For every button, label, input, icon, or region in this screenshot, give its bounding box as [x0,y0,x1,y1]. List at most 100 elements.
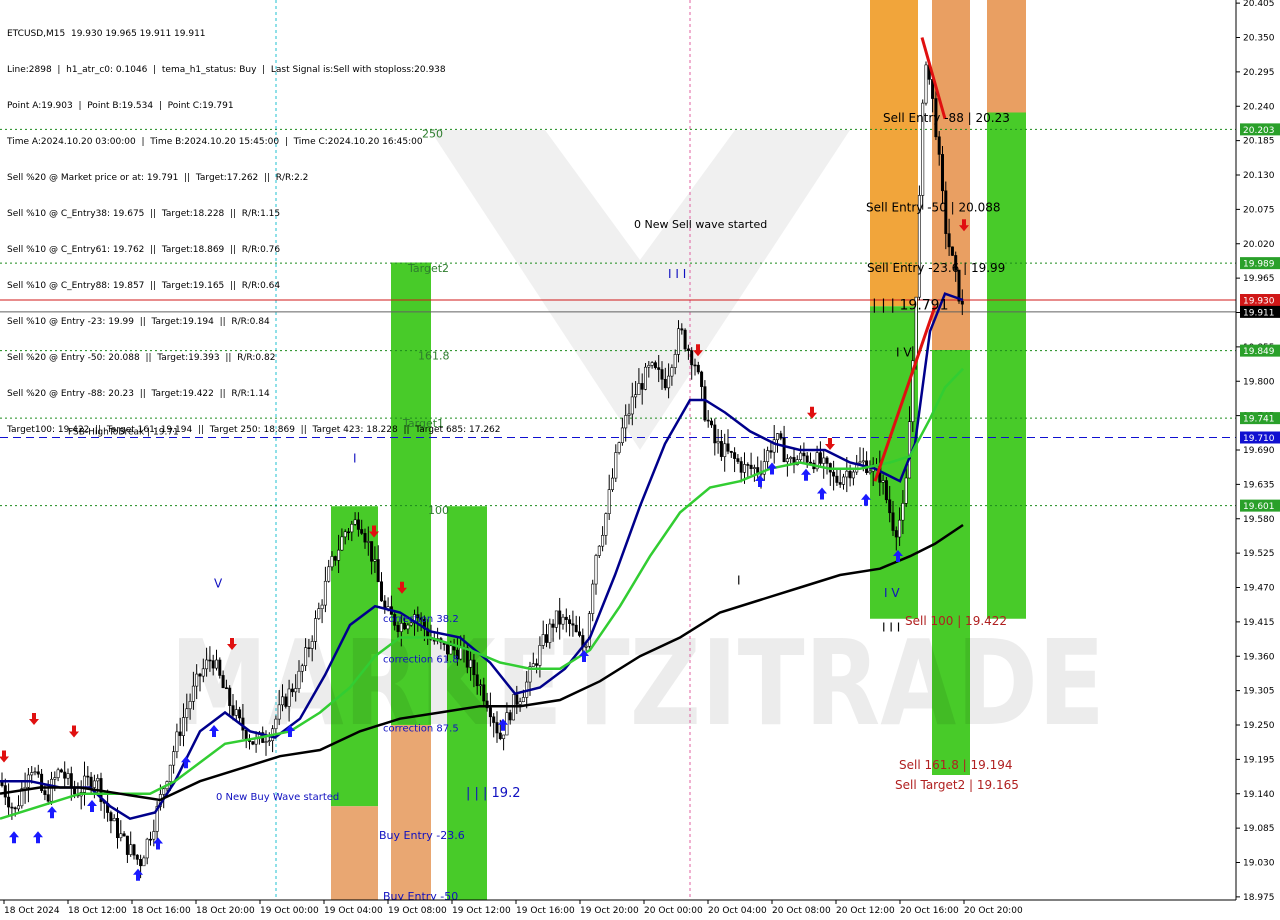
candle-body [673,354,677,368]
candle-body [670,367,674,377]
candle [779,430,783,441]
candle [379,572,383,602]
candle-body [300,665,304,672]
y-tick-label: 19.195 [1243,755,1275,765]
candle-body [838,482,842,485]
candle-body [49,778,53,802]
candle-body [937,136,941,155]
candle [149,831,153,846]
candle-body [30,772,34,776]
candle [10,802,14,820]
candle-body [818,452,822,464]
candle-body [205,659,209,670]
chart-annotation: I [353,452,357,466]
candle-body [785,458,789,463]
candle [719,429,723,461]
buy-arrow-icon [767,462,777,475]
y-tick-label: 19.800 [1243,377,1275,387]
candle-body [647,365,651,368]
candle-body [277,704,281,720]
candle-body [7,796,11,808]
candle-body [752,467,756,469]
candle [726,429,730,455]
candle-body [16,805,20,810]
candle-body [736,458,740,462]
candle-body [706,419,710,422]
candle-body [132,844,136,856]
chart-annotation: 100 [428,504,449,517]
candle-body [360,529,364,534]
candle-body [304,647,308,667]
candle [125,835,129,863]
price-tag-label: 19.601 [1243,502,1275,512]
candle [828,462,832,486]
candle-body [617,442,621,453]
candle [317,602,321,620]
candle-body [733,452,737,459]
candle-body [280,696,284,706]
candle [696,361,700,375]
candle-body [637,383,641,395]
buy-arrow-icon [801,468,811,481]
y-tick-label: 19.690 [1243,446,1275,456]
candle-body [832,471,836,477]
info-line-sell-e50: Sell %20 @ Entry -50: 20.088 || Target:1… [7,353,276,363]
candle-body [924,64,928,104]
x-tick-label: 20 Oct 12:00 [836,906,895,916]
candle [83,761,87,806]
candle-body [627,413,631,416]
candle-body [297,670,301,689]
candle [858,447,862,465]
candle-body [149,838,153,841]
chart-annotation: I I I [882,620,900,634]
candle-body [574,624,578,633]
y-tick-label: 20.405 [1243,0,1275,9]
candle-body [175,731,179,752]
candle [706,410,710,428]
price-tag-label: 20.203 [1243,126,1275,136]
candle-body [746,464,750,466]
candle-body [307,647,311,649]
y-tick-label: 19.470 [1243,584,1275,594]
candle [116,807,120,849]
price-tag-label: 19.710 [1243,434,1275,444]
candle [594,553,598,595]
candle-body [568,619,572,624]
price-tag-label: 19.911 [1243,308,1275,318]
candle-body [122,833,126,837]
candle-body [109,812,113,822]
sell-arrow-icon [825,438,835,450]
candle-body [36,771,40,775]
price-tag-label: 19.741 [1243,415,1275,425]
candle-body [290,688,294,693]
candle-body [756,467,760,473]
y-tick-label: 19.415 [1243,618,1275,628]
candle-body [234,709,238,716]
candle-body [125,835,129,855]
candle-body [83,775,87,793]
chart-annotation: I I I [668,267,686,281]
candle [218,657,222,679]
candle-body [960,300,964,305]
candle-body [558,610,562,625]
candle-body [251,741,255,745]
candle [597,545,601,559]
buy-arrow-icon [87,800,97,812]
buy-arrow-icon [817,487,827,500]
x-tick-label: 20 Oct 04:00 [708,906,767,916]
candle-body [802,452,806,457]
candle-body [356,519,360,530]
candle-body [343,531,347,538]
candle-body [643,366,647,390]
candle-body [502,734,506,739]
candle-body [168,764,172,782]
chart-annotation: Sell Target2 | 19.165 [895,778,1019,792]
candle-body [571,623,575,626]
candle-body [700,371,704,387]
candle-body [267,740,271,742]
info-line-status: Line:2898 | h1_atr_c0: 0.1046 | tema_h1_… [7,65,446,75]
candle [716,428,720,454]
x-tick-label: 18 Oct 16:00 [132,906,191,916]
chart-annotation: Sell Entry -50 | 20.088 [866,200,1000,214]
candle-body [66,773,70,779]
